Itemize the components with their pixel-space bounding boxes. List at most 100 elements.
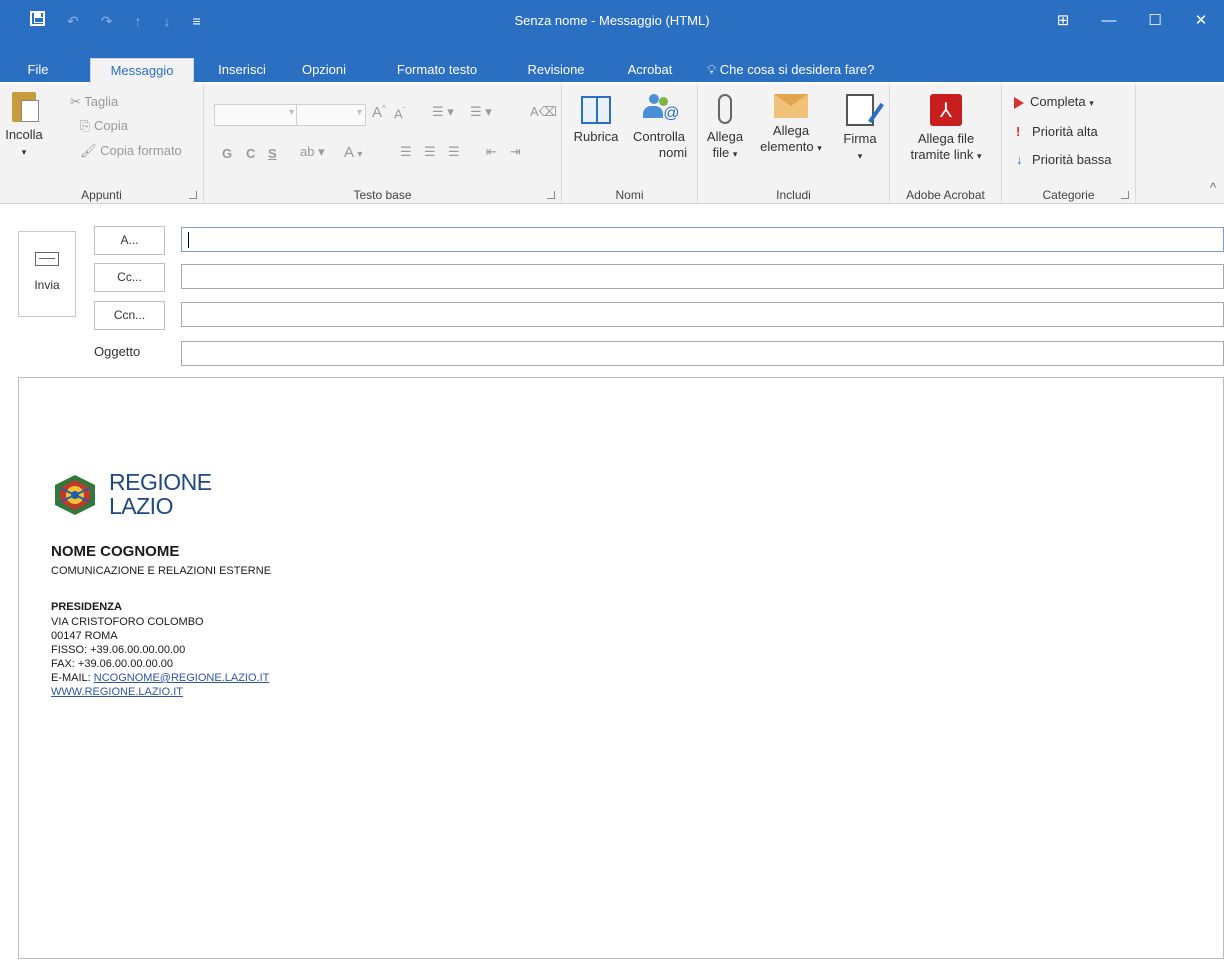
tab-revisione[interactable]: Revisione	[514, 58, 598, 84]
signature-dropdown-icon: ▾	[857, 151, 863, 161]
attach-via-link-button[interactable]: ⅄ Allega file tramite link ▾	[898, 94, 994, 164]
subject-label: Oggetto	[94, 344, 141, 359]
signature-email-line: E-MAIL: NCOGNOME@REGIONE.LAZIO.IT	[51, 672, 269, 684]
font-color-button[interactable]: A ▾	[344, 144, 362, 161]
clear-format-button[interactable]: A⌫	[530, 104, 557, 120]
send-button[interactable]: Invia	[18, 231, 76, 317]
check-names-icon: @	[641, 94, 679, 124]
attach-item-dropdown-icon: ▾	[817, 143, 822, 153]
website-link[interactable]: WWW.REGIONE.LAZIO.IT	[51, 686, 183, 698]
tab-opzioni[interactable]: Opzioni	[292, 58, 356, 84]
clipboard-icon	[12, 92, 39, 122]
tell-me-search[interactable]: 💡︎ Che cosa si desidera fare?	[707, 58, 874, 84]
maximize-button[interactable]: ☐	[1132, 0, 1178, 40]
ribbon-display-options-icon[interactable]: ⊞	[1040, 0, 1086, 40]
bullets-button[interactable]: ☰ ▾	[432, 104, 454, 120]
attach-item-label-2: elemento	[760, 139, 814, 154]
signature-office: PRESIDENZA	[51, 601, 122, 613]
align-center-icon: ☰	[424, 144, 436, 159]
tab-formato-testo[interactable]: Formato testo	[380, 58, 494, 84]
font-name-combo[interactable]	[214, 104, 298, 126]
copy-button[interactable]: ⎘ Copia	[80, 118, 128, 134]
align-left-icon: ☰	[400, 144, 412, 159]
check-names-label-1: Controlla	[632, 129, 686, 144]
align-left-button[interactable]: ☰	[400, 144, 412, 160]
regione-lazio-logo-icon	[55, 475, 95, 515]
check-names-button[interactable]: @ Controlla nomi	[624, 94, 694, 161]
bold-button[interactable]: G	[222, 146, 232, 161]
align-center-button[interactable]: ☰	[424, 144, 436, 160]
logo-wordmark: REGIONE LAZIO	[109, 470, 212, 518]
collapse-ribbon-icon[interactable]: ^	[1210, 180, 1216, 195]
to-button[interactable]: A...	[94, 226, 165, 255]
copy-icon: ⎘	[80, 118, 91, 133]
subject-field[interactable]	[181, 341, 1224, 366]
message-body[interactable]: REGIONE LAZIO NOME COGNOME COMUNICAZIONE…	[18, 377, 1224, 959]
signature-fax: FAX: +39.06.00.00.00.00	[51, 658, 174, 670]
decrease-indent-button[interactable]: ⇤	[486, 144, 497, 160]
group-label: Nomi	[615, 188, 644, 202]
cc-button[interactable]: Cc...	[94, 263, 165, 292]
shrink-font-button[interactable]: Aˇ	[394, 106, 405, 121]
window-controls: ⊞ — ☐ ✕	[1040, 0, 1224, 40]
increase-indent-button[interactable]: ⇥	[510, 144, 521, 160]
signature-icon	[846, 94, 874, 126]
copy-label: Copia	[94, 118, 128, 133]
italic-button[interactable]: C	[246, 146, 255, 161]
attach-file-label-1: Allega	[706, 129, 744, 144]
send-envelope-icon	[35, 252, 59, 266]
minimize-button[interactable]: —	[1086, 0, 1132, 40]
numbering-icon: ☰ ▾	[470, 104, 492, 119]
tab-file[interactable]: File	[18, 58, 58, 84]
highlight-button[interactable]: ab ▾	[300, 144, 325, 160]
high-importance-button[interactable]: ! Priorità alta	[1016, 124, 1098, 139]
grow-font-button[interactable]: A^	[372, 104, 386, 121]
paste-dropdown-icon: ▾	[21, 147, 27, 157]
clipboard-launcher-icon[interactable]	[189, 191, 197, 199]
basic-text-launcher-icon[interactable]	[547, 191, 555, 199]
bcc-field[interactable]	[181, 302, 1224, 327]
group-names: Rubrica @ Controlla nomi Nomi	[562, 84, 698, 204]
group-label: Testo base	[353, 188, 412, 202]
font-color-icon: A	[344, 144, 354, 161]
acrobat-pdf-icon: ⅄	[930, 94, 962, 126]
align-right-icon: ☰	[448, 144, 460, 159]
highlighter-icon: ab ▾	[300, 144, 325, 159]
format-painter-label: Copia formato	[100, 143, 182, 158]
brush-icon: 🖌︎	[80, 143, 97, 158]
attach-file-button[interactable]: Allega file ▾	[702, 94, 748, 162]
signature-street: VIA CRISTOFORO COLOMBO	[51, 616, 204, 628]
logo-line-2: LAZIO	[109, 493, 173, 519]
ribbon: Incolla ▾ ✂︎ Taglia ⎘ Copia 🖌︎ Copia for…	[0, 84, 1224, 204]
group-clipboard: Incolla ▾ ✂︎ Taglia ⎘ Copia 🖌︎ Copia for…	[0, 84, 204, 204]
signature-label: Firma	[843, 131, 877, 146]
paperclip-icon	[718, 94, 732, 124]
tags-launcher-icon[interactable]	[1121, 191, 1129, 199]
ribbon-tabs: File Messaggio Inserisci Opzioni Formato…	[0, 58, 1224, 84]
to-field[interactable]	[181, 227, 1224, 252]
tab-messaggio[interactable]: Messaggio	[90, 58, 194, 84]
font-size-combo[interactable]	[296, 104, 366, 126]
attach-file-dropdown-icon: ▾	[732, 149, 738, 159]
tab-inserisci[interactable]: Inserisci	[206, 58, 278, 84]
address-book-button[interactable]: Rubrica	[566, 96, 626, 145]
email-link[interactable]: NCOGNOME@REGIONE.LAZIO.IT	[94, 672, 270, 684]
cc-field[interactable]	[181, 264, 1224, 289]
format-painter-button[interactable]: 🖌︎ Copia formato	[80, 143, 182, 159]
paste-button[interactable]: Incolla ▾	[2, 92, 46, 160]
tab-acrobat[interactable]: Acrobat	[614, 58, 686, 84]
close-button[interactable]: ✕	[1178, 0, 1224, 40]
underline-button[interactable]: S	[268, 146, 277, 161]
flag-icon	[1014, 96, 1024, 109]
cut-button[interactable]: ✂︎ Taglia	[70, 94, 118, 110]
numbering-button[interactable]: ☰ ▾	[470, 104, 492, 120]
attach-item-button[interactable]: Allega elemento ▾	[752, 94, 830, 156]
bcc-button[interactable]: Ccn...	[94, 301, 165, 330]
low-importance-button[interactable]: ↓ Priorità bassa	[1016, 152, 1111, 167]
group-adobe-acrobat: ⅄ Allega file tramite link ▾ Adobe Acrob…	[890, 84, 1002, 204]
align-right-button[interactable]: ☰	[448, 144, 460, 160]
signature-button[interactable]: Firma ▾	[838, 94, 882, 164]
check-names-label-2: nomi	[658, 145, 688, 160]
follow-up-button[interactable]: Completa ▾	[1014, 94, 1094, 109]
lightbulb-icon: 💡︎	[707, 62, 717, 77]
